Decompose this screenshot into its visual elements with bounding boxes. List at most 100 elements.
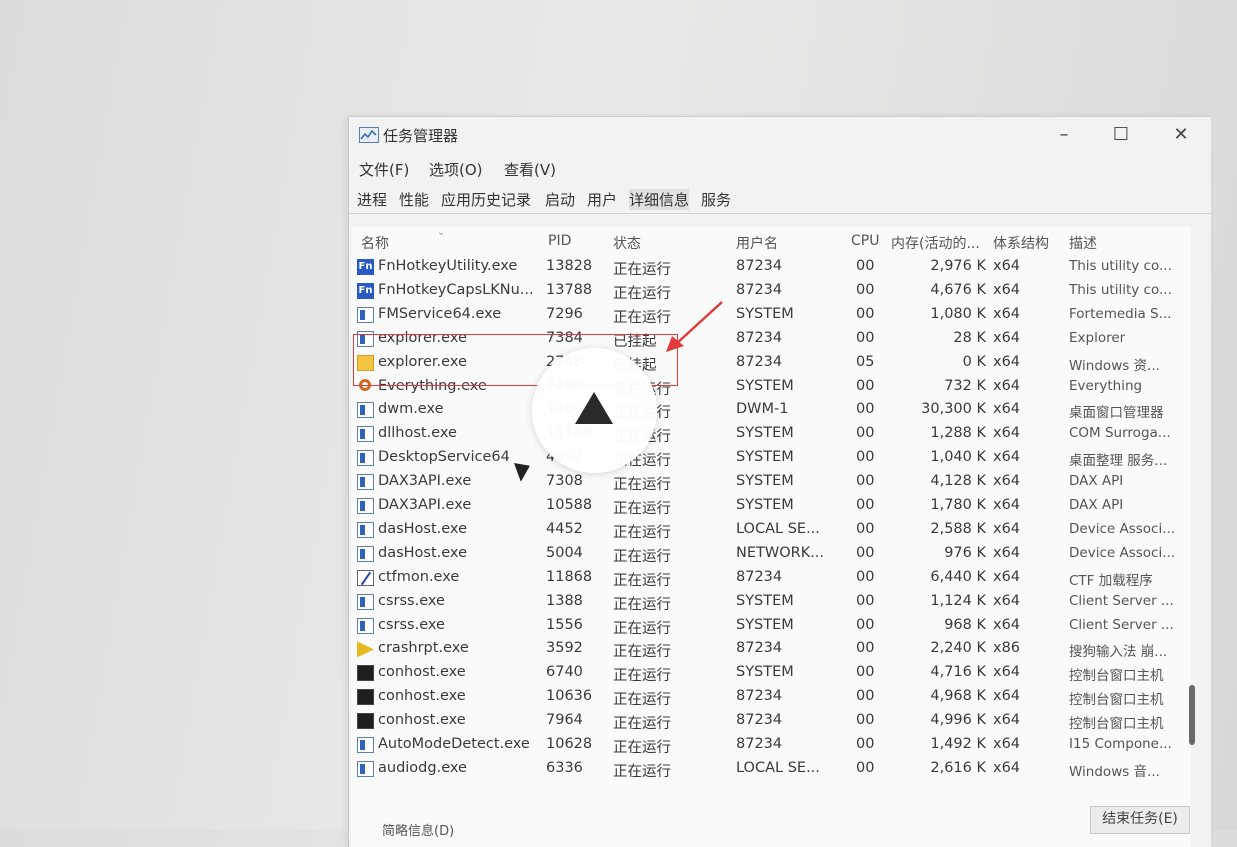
- cell-arch: x64: [993, 664, 1021, 681]
- cell-status: 正在运行: [613, 501, 671, 517]
- fn-icon: Fn: [357, 282, 374, 299]
- menu-view[interactable]: 查看(V): [504, 159, 556, 180]
- table-row[interactable]: csrss.exe 1556 正在运行 SYSTEM 00 968 K x64 Client …: [351, 614, 1191, 638]
- cell-pid: 4452: [546, 520, 583, 537]
- cell-name: crashrpt.exe: [378, 640, 469, 657]
- cell-mem: 1,124 K: [930, 592, 986, 609]
- tab-startup[interactable]: 启动: [545, 189, 575, 210]
- window-icon: [357, 474, 374, 491]
- cell-cpu: 00: [856, 258, 875, 274]
- crash-icon: [357, 641, 374, 658]
- cell-cpu: 00: [856, 305, 875, 322]
- cell-desc: Windows 资...: [1069, 357, 1160, 374]
- cell-status: 正在运行: [613, 524, 671, 541]
- column-status[interactable]: 状态: [613, 233, 641, 253]
- cell-status: 正在运行: [613, 763, 671, 780]
- tab-app-history[interactable]: 应用历史记录: [441, 189, 531, 210]
- table-row[interactable]: dwm.exe1460正在运行DWM-10030,300 Kx64桌面窗口管理器: [351, 398, 1191, 422]
- cell-mem: 2,976 K: [930, 258, 986, 274]
- table-row[interactable]: conhost.exe 10636 正在运行 87234 00 4,968 K x64 控制台…: [351, 685, 1191, 709]
- column-description[interactable]: 描述: [1069, 233, 1097, 253]
- cell-pid: 10588: [546, 497, 593, 513]
- cell-arch: x64: [993, 520, 1021, 537]
- cell-mem: 1,492 K: [930, 736, 986, 752]
- cell-arch: x64: [993, 759, 1021, 776]
- cell-arch: x64: [993, 353, 1021, 370]
- column-name[interactable]: 名称: [361, 233, 389, 253]
- play-icon: [575, 392, 613, 424]
- cell-name: conhost.exe: [378, 688, 466, 705]
- table-row[interactable]: DesktopService644092正在运行SYSTEM001,040 Kx…: [351, 446, 1191, 470]
- cell-user: 87234: [736, 712, 783, 729]
- column-memory[interactable]: 内存(活动的...: [891, 233, 983, 253]
- column-architecture[interactable]: 体系结构: [993, 233, 1059, 253]
- cell-desc: 桌面整理 服务...: [1069, 453, 1168, 470]
- cell-pid: 13788: [546, 281, 593, 298]
- cell-cpu: 00: [856, 329, 875, 346]
- column-pid[interactable]: PID: [548, 233, 571, 249]
- cell-arch: x64: [993, 688, 1021, 705]
- table-row[interactable]: dasHost.exe 5004 正在运行 NETWORK... 00 976 K x64 D…: [351, 542, 1191, 566]
- play-button[interactable]: [532, 348, 657, 473]
- cell-user: SYSTEM: [736, 592, 794, 609]
- window-icon: [357, 545, 374, 562]
- window-icon: [357, 617, 374, 634]
- tab-services[interactable]: 服务: [701, 189, 731, 210]
- table-row[interactable]: DAX3API.exe 10588 正在运行 SYSTEM 00 1,780 K x64 DA…: [351, 494, 1191, 518]
- cell-cpu: 00: [856, 520, 875, 537]
- window-icon: [357, 426, 374, 443]
- cell-user: SYSTEM: [736, 473, 794, 490]
- cell-desc: Explorer: [1069, 329, 1126, 346]
- table-row[interactable]: Fn FnHotkeyCapsLKNu... 13788 正在运行 87234 00 4,6…: [351, 279, 1191, 303]
- column-cpu[interactable]: CPU: [851, 233, 879, 249]
- table-row[interactable]: crashrpt.exe 3592 正在运行 87234 00 2,240 K x86 搜狗输…: [351, 637, 1191, 661]
- minimize-button[interactable]: –: [1049, 123, 1079, 147]
- table-row[interactable]: dllhost.exe11188正在运行SYSTEM001,288 Kx64CO…: [351, 422, 1191, 446]
- cell-name: FnHotkeyUtility.exe: [378, 258, 518, 274]
- cell-pid: 10628: [546, 736, 593, 752]
- menu-options[interactable]: 选项(O): [429, 159, 483, 180]
- cell-user: SYSTEM: [736, 497, 794, 513]
- maximize-button[interactable]: ☐: [1106, 123, 1136, 147]
- table-row[interactable]: DAX3API.exe 7308 正在运行 SYSTEM 00 4,128 Kx64 DAX…: [351, 470, 1191, 494]
- cell-arch: x64: [993, 281, 1021, 298]
- tab-users[interactable]: 用户: [587, 189, 617, 210]
- tab-processes[interactable]: 进程: [357, 189, 387, 210]
- cell-user: 87234: [736, 353, 783, 370]
- cell-mem: 1,040 K: [930, 449, 986, 466]
- vertical-scrollbar[interactable]: [1187, 230, 1199, 795]
- cell-arch: x64: [993, 544, 1021, 561]
- table-row[interactable]: AutoModeDetect.exe 10628 正在运行 87234 00 1,492 …: [351, 733, 1191, 757]
- table-row[interactable]: dasHost.exe 4452 正在运行 LOCAL SE... 00 2,588 K x…: [351, 518, 1191, 542]
- menu-file[interactable]: 文件(F): [359, 159, 409, 180]
- tab-performance[interactable]: 性能: [399, 189, 429, 210]
- table-row[interactable]: ctfmon.exe 11868 正在运行 87234 00 6,440 K x64 CTF …: [351, 566, 1191, 590]
- table-row[interactable]: conhost.exe 7964 正在运行 87234 00 4,996 K x64 控制台窗…: [351, 709, 1191, 733]
- window-icon: [357, 593, 374, 610]
- cell-user: 87234: [736, 640, 783, 657]
- table-row[interactable]: audiodg.exe 6336 正在运行 LOCAL SE... 00 2,616 K x…: [351, 757, 1191, 781]
- table-row[interactable]: conhost.exe 6740 正在运行 SYSTEM 00 4,716 K x64 控制台…: [351, 661, 1191, 685]
- close-button[interactable]: ✕: [1166, 123, 1196, 147]
- cell-cpu: 00: [856, 568, 875, 585]
- cell-mem: 968 K: [944, 616, 986, 633]
- window-icon: [357, 306, 374, 323]
- cell-name: ctfmon.exe: [378, 568, 460, 585]
- cell-name: dllhost.exe: [378, 425, 457, 442]
- cell-user: 87234: [736, 688, 783, 705]
- tab-details[interactable]: 详细信息: [629, 189, 690, 210]
- column-username[interactable]: 用户名: [736, 233, 778, 253]
- window-icon: [357, 402, 374, 419]
- table-row[interactable]: csrss.exe 1388 正在运行 SYSTEM 00 1,124 K x64 Clien…: [351, 590, 1191, 614]
- table-row[interactable]: Fn FnHotkeyUtility.exe 13828 正在运行 87234 00 2,9…: [351, 255, 1191, 279]
- window-icon: [357, 498, 374, 514]
- cell-pid: 7964: [546, 712, 583, 729]
- cell-user: SYSTEM: [736, 449, 794, 466]
- cell-desc: This utility co...: [1069, 281, 1172, 298]
- cell-arch: x64: [993, 401, 1021, 418]
- scroll-thumb[interactable]: [1189, 685, 1195, 745]
- cell-arch: x64: [993, 258, 1021, 274]
- table-row[interactable]: FMService64.exe 7296 正在运行 SYSTEM 00 1,080 Kx6…: [351, 303, 1191, 327]
- cell-user: SYSTEM: [736, 377, 794, 394]
- cell-status: 正在运行: [613, 740, 671, 756]
